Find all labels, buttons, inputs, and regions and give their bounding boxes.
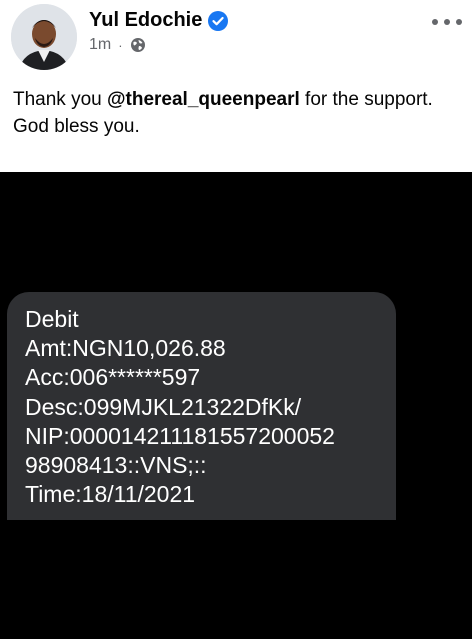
- avatar[interactable]: [11, 4, 77, 70]
- caption-text-continued: for the support.: [299, 89, 433, 110]
- post-caption: Thank you @thereal_queenpearl for the su…: [13, 86, 453, 140]
- globe-icon[interactable]: [130, 37, 146, 53]
- more-options-icon[interactable]: [432, 12, 462, 32]
- sms-bubble: Debit Amt:NGN10,026.88 Acc:006******597 …: [7, 292, 396, 520]
- sms-text: Debit Amt:NGN10,026.88 Acc:006******597 …: [25, 305, 335, 509]
- meta-separator: ·: [118, 37, 123, 53]
- post-timestamp[interactable]: 1m: [89, 36, 111, 54]
- sms-line: Desc:099MJKL21322DfKk/: [25, 393, 302, 420]
- post-image[interactable]: Debit Amt:NGN10,026.88 Acc:006******597 …: [0, 172, 472, 639]
- sms-line: Debit: [25, 306, 79, 332]
- sms-line: Time:18/11/2021: [25, 481, 196, 508]
- mention-link[interactable]: @thereal_queenpearl: [107, 89, 300, 110]
- profile-photo: [11, 4, 77, 70]
- caption-text: Thank you: [13, 89, 107, 110]
- caption-line-2: God bless you.: [13, 116, 140, 137]
- verified-badge-icon: [208, 10, 229, 31]
- sms-line: NIP:000014211181557200052: [25, 422, 335, 449]
- sms-line: 98908413::VNS;::: [25, 452, 207, 479]
- author-name[interactable]: Yul Edochie: [89, 9, 202, 32]
- sms-line: Acc:006******597: [25, 364, 201, 391]
- facebook-post: Yul Edochie 1m · Thank you @thereal_quee…: [0, 0, 472, 172]
- author-name-row: Yul Edochie: [89, 9, 229, 32]
- sms-line: Amt:NGN10,026.88: [25, 335, 226, 362]
- post-meta: 1m ·: [89, 36, 146, 54]
